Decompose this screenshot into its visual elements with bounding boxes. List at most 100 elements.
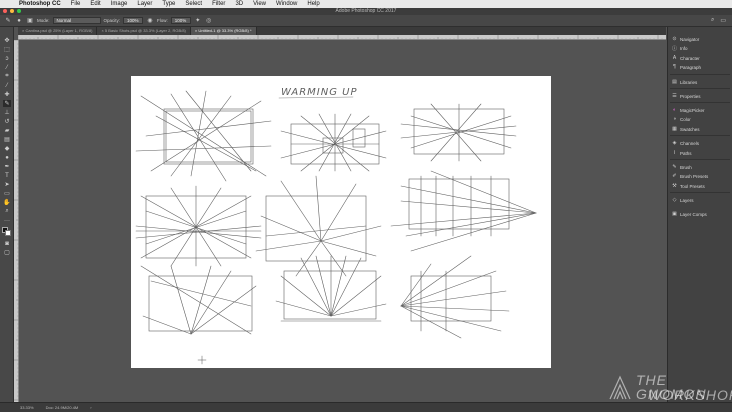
panel-magicpicker[interactable]: ◐ MagicPicker	[672, 106, 705, 114]
swatches-icon: ▦	[672, 126, 677, 132]
pen-tool-icon[interactable]: ✒	[3, 163, 11, 170]
hand-tool-icon[interactable]: ✋	[3, 199, 11, 206]
panel-label: Brush	[680, 164, 692, 170]
panel-info[interactable]: ⓘ Info	[672, 44, 688, 52]
libraries-icon: ▤	[672, 79, 677, 85]
menu-view[interactable]: View	[248, 0, 271, 8]
type-tool-icon[interactable]: T	[3, 172, 11, 179]
status-arrow-icon[interactable]: ›	[90, 405, 91, 410]
airbrush-icon[interactable]: ✦	[194, 17, 202, 25]
tab-label: Cantina.psd @ 25% (Layer 1, RGB/8)	[25, 28, 93, 33]
panel-channels[interactable]: ◈ Channels	[672, 139, 699, 147]
blur-tool-icon[interactable]: ◆	[3, 145, 11, 152]
sketch-frame-8	[275, 255, 387, 322]
panel-label: Libraries	[680, 79, 698, 85]
panel-divider	[670, 88, 730, 89]
healing-tool-icon[interactable]: ✚	[3, 91, 11, 98]
brush-size-dropdown[interactable]: ●	[15, 17, 23, 25]
panel-label: MagicPicker	[680, 107, 705, 113]
move-tool-icon[interactable]: ✥	[3, 37, 11, 44]
channels-icon: ◈	[672, 140, 677, 146]
marquee-tool-icon[interactable]: ⬚	[3, 46, 11, 53]
gradient-tool-icon[interactable]: ▤	[3, 136, 11, 143]
document-tabs: × Cantina.psd @ 25% (Layer 1, RGB/8) × 5…	[18, 27, 666, 35]
layers-icon: ◇	[672, 197, 677, 203]
tools-panel: ✥ ⬚ ↄ ⁄ ⌗ ⁄ ✚ ✎ ⊥ ↺ ▰ ▤ ◆ ● ✒ T ➤ ▭ ✋ ⌕ …	[0, 27, 14, 402]
pressure-opacity-icon[interactable]: ◉	[146, 17, 154, 25]
paths-icon: ⌇	[673, 150, 676, 156]
shape-tool-icon[interactable]: ▭	[3, 190, 11, 197]
tab-untitled[interactable]: × Untitled-1 @ 33.3% (RGB/8) *	[190, 27, 257, 35]
panel-label: Color	[680, 116, 691, 122]
opacity-field[interactable]: 100%	[123, 17, 144, 24]
menu-type[interactable]: Type	[157, 0, 180, 8]
properties-icon: ☰	[672, 93, 677, 99]
menu-3d[interactable]: 3D	[230, 0, 248, 8]
more-tools-icon[interactable]: ···	[3, 217, 11, 224]
horizontal-ruler	[18, 35, 666, 40]
menu-file[interactable]: File	[66, 0, 86, 8]
menu-image[interactable]: Image	[106, 0, 133, 8]
panel-label: Properties	[680, 93, 701, 99]
navigator-icon: ⊙	[672, 36, 677, 42]
panel-properties[interactable]: ☰ Properties	[672, 92, 701, 100]
menu-edit[interactable]: Edit	[85, 0, 105, 8]
flow-label: Flow:	[157, 18, 168, 23]
quick-select-tool-icon[interactable]: ⁄	[3, 64, 11, 71]
eyedropper-tool-icon[interactable]: ⁄	[3, 82, 11, 89]
crop-tool-icon[interactable]: ⌗	[3, 73, 11, 80]
panel-libraries[interactable]: ▤ Libraries	[672, 78, 697, 86]
eraser-tool-icon[interactable]: ▰	[3, 127, 11, 134]
path-select-tool-icon[interactable]: ➤	[3, 181, 11, 188]
tab-cantina[interactable]: × Cantina.psd @ 25% (Layer 1, RGB/8)	[18, 27, 98, 35]
brush-tool-icon[interactable]: ✎	[3, 100, 11, 107]
quick-mask-icon[interactable]: ◙	[3, 240, 11, 247]
menu-filter[interactable]: Filter	[207, 0, 230, 8]
menu-select[interactable]: Select	[180, 0, 207, 8]
panel-layer-comps[interactable]: ▣ Layer Comps	[672, 210, 707, 218]
brush-tool-icon[interactable]: ✎	[4, 17, 12, 25]
panel-label: Character	[680, 55, 700, 61]
menu-app-name[interactable]: Photoshop CC	[14, 0, 66, 8]
panel-color[interactable]: ◑ Color	[672, 115, 691, 123]
brush-settings-icon[interactable]: ▣	[26, 17, 34, 25]
panel-divider	[670, 135, 730, 136]
panel-layers[interactable]: ◇ Layers	[672, 196, 694, 204]
panel-swatches[interactable]: ▦ Swatches	[672, 125, 699, 133]
sketch-frame-3	[400, 103, 517, 162]
panel-paths[interactable]: ⌇ Paths	[672, 149, 692, 157]
sketch-frame-5	[255, 175, 382, 277]
document-canvas[interactable]: WARMING UP	[131, 76, 551, 368]
workspace-icon[interactable]: ▭	[720, 17, 726, 24]
search-icon[interactable]: ⌕	[711, 17, 714, 24]
dodge-tool-icon[interactable]: ●	[3, 154, 11, 161]
panel-navigator[interactable]: ⊙ Navigator	[672, 35, 699, 43]
panel-label: Paths	[680, 150, 692, 156]
panel-character[interactable]: A Character	[672, 54, 700, 62]
zoom-level[interactable]: 33.33%	[20, 405, 34, 410]
document-size[interactable]: Doc: 24.9M/20.4M	[46, 405, 79, 410]
tab-label: 5 Basic Shots.psd @ 33.3% (Layer 2, RGB/…	[104, 28, 186, 33]
history-brush-tool-icon[interactable]: ↺	[3, 118, 11, 125]
stamp-tool-icon[interactable]: ⊥	[3, 109, 11, 116]
zoom-tool-icon[interactable]: ⌕	[3, 208, 11, 215]
panel-brush[interactable]: ✎ Brush	[672, 163, 692, 171]
sketch-artwork: WARMING UP	[135, 87, 537, 365]
panel-tool-presets[interactable]: ⚒ Tool Presets	[672, 182, 705, 190]
tab-basic-shots[interactable]: × 5 Basic Shots.psd @ 33.3% (Layer 2, RG…	[97, 27, 191, 35]
sketch-frame-6	[390, 170, 537, 252]
lasso-tool-icon[interactable]: ↄ	[3, 55, 11, 62]
panel-brush-presets[interactable]: ✐ Brush Presets	[672, 172, 708, 180]
pressure-size-icon[interactable]: ◎	[205, 17, 213, 25]
background-color-swatch[interactable]	[5, 230, 11, 236]
menu-window[interactable]: Window	[271, 0, 302, 8]
menu-help[interactable]: Help	[302, 0, 324, 8]
flow-field[interactable]: 100%	[170, 17, 191, 24]
ruler-ticks-top	[18, 35, 663, 39]
mode-select[interactable]: Normal	[52, 17, 101, 24]
menu-layer[interactable]: Layer	[132, 0, 157, 8]
window-title: Adobe Photoshop CC 2017	[335, 8, 397, 14]
panel-paragraph[interactable]: ¶ Paragraph	[672, 63, 701, 71]
screen-mode-icon[interactable]: ▢	[3, 249, 11, 256]
panel-dock: ⊙ Navigator ⓘ Info A Character ¶ Paragraph ▤…	[667, 27, 732, 402]
